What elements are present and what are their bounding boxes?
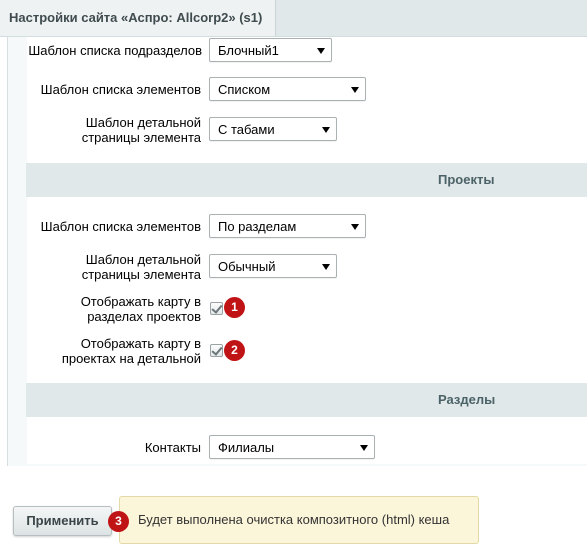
tab-bar: Настройки сайта «Аспро: Allcorp2» (s1) xyxy=(0,0,587,37)
subsections-template-value: Блочный1 xyxy=(218,43,279,58)
checkmark-icon xyxy=(211,344,223,356)
apply-button[interactable]: Применить xyxy=(13,506,112,536)
tab-site-settings[interactable]: Настройки сайта «Аспро: Allcorp2» (s1) xyxy=(0,0,276,36)
elements-template-label: Шаблон списка элементов xyxy=(40,82,201,97)
detail-template-label-line2: страницы элемента xyxy=(81,130,201,145)
map-in-sections-label: Отображать карту в разделах проектов xyxy=(1,294,201,324)
annotation-badge-2: 2 xyxy=(224,340,245,361)
chevron-down-icon xyxy=(351,87,359,93)
projects-detail-template-select[interactable]: Обычный xyxy=(209,254,337,278)
annotation-badge-1: 1 xyxy=(224,297,245,318)
detail-template-select[interactable]: С табами xyxy=(209,117,337,141)
projects-list-template-select[interactable]: По разделам xyxy=(209,214,366,238)
projects-detail-template-value: Обычный xyxy=(218,259,276,274)
chevron-down-icon xyxy=(322,264,330,270)
elements-template-select[interactable]: Списком xyxy=(209,77,366,101)
chevron-down-icon xyxy=(351,224,359,230)
annotation-badge-3: 3 xyxy=(108,511,129,532)
map-in-detail-label-line2: проектах на детальной xyxy=(61,351,201,366)
detail-template-value: С табами xyxy=(218,122,275,137)
map-in-detail-label: Отображать карту в проектах на детальной xyxy=(1,336,201,366)
checkmark-icon xyxy=(211,302,223,314)
chevron-down-icon xyxy=(322,127,330,133)
map-in-detail-label-line1: Отображать карту в xyxy=(80,336,201,351)
cache-notice-tooltip: Будет выполнена очистка композитного (ht… xyxy=(119,496,479,544)
contacts-value: Филиалы xyxy=(218,440,275,455)
chevron-down-icon xyxy=(317,48,325,54)
projects-section-title: Проекты xyxy=(438,172,495,187)
detail-template-label-line1: Шаблон детальной xyxy=(85,115,201,130)
projects-list-template-label: Шаблон списка элементов xyxy=(40,219,201,234)
projects-list-template-value: По разделам xyxy=(218,219,297,234)
contacts-label: Контакты xyxy=(144,440,201,455)
subsections-template-label: Шаблон списка подразделов xyxy=(28,43,202,58)
projects-detail-template-label: Шаблон детальной страницы элемента xyxy=(1,252,201,282)
map-in-sections-checkbox[interactable] xyxy=(210,302,223,315)
subsections-template-select[interactable]: Блочный1 xyxy=(209,38,332,62)
map-in-sections-label-line1: Отображать карту в xyxy=(80,294,201,309)
chevron-down-icon xyxy=(360,445,368,451)
map-in-sections-label-line2: разделах проектов xyxy=(87,309,201,324)
sections-section-header: Разделы xyxy=(26,383,587,417)
map-in-detail-checkbox[interactable] xyxy=(210,344,223,357)
projects-section-header: Проекты xyxy=(26,163,587,197)
detail-template-label: Шаблон детальной страницы элемента xyxy=(1,115,201,145)
elements-template-value: Списком xyxy=(218,82,271,97)
projects-detail-template-label-line2: страницы элемента xyxy=(81,267,201,282)
contacts-select[interactable]: Филиалы xyxy=(209,435,375,459)
projects-detail-template-label-line1: Шаблон детальной xyxy=(85,252,201,267)
sections-section-title: Разделы xyxy=(438,392,496,407)
